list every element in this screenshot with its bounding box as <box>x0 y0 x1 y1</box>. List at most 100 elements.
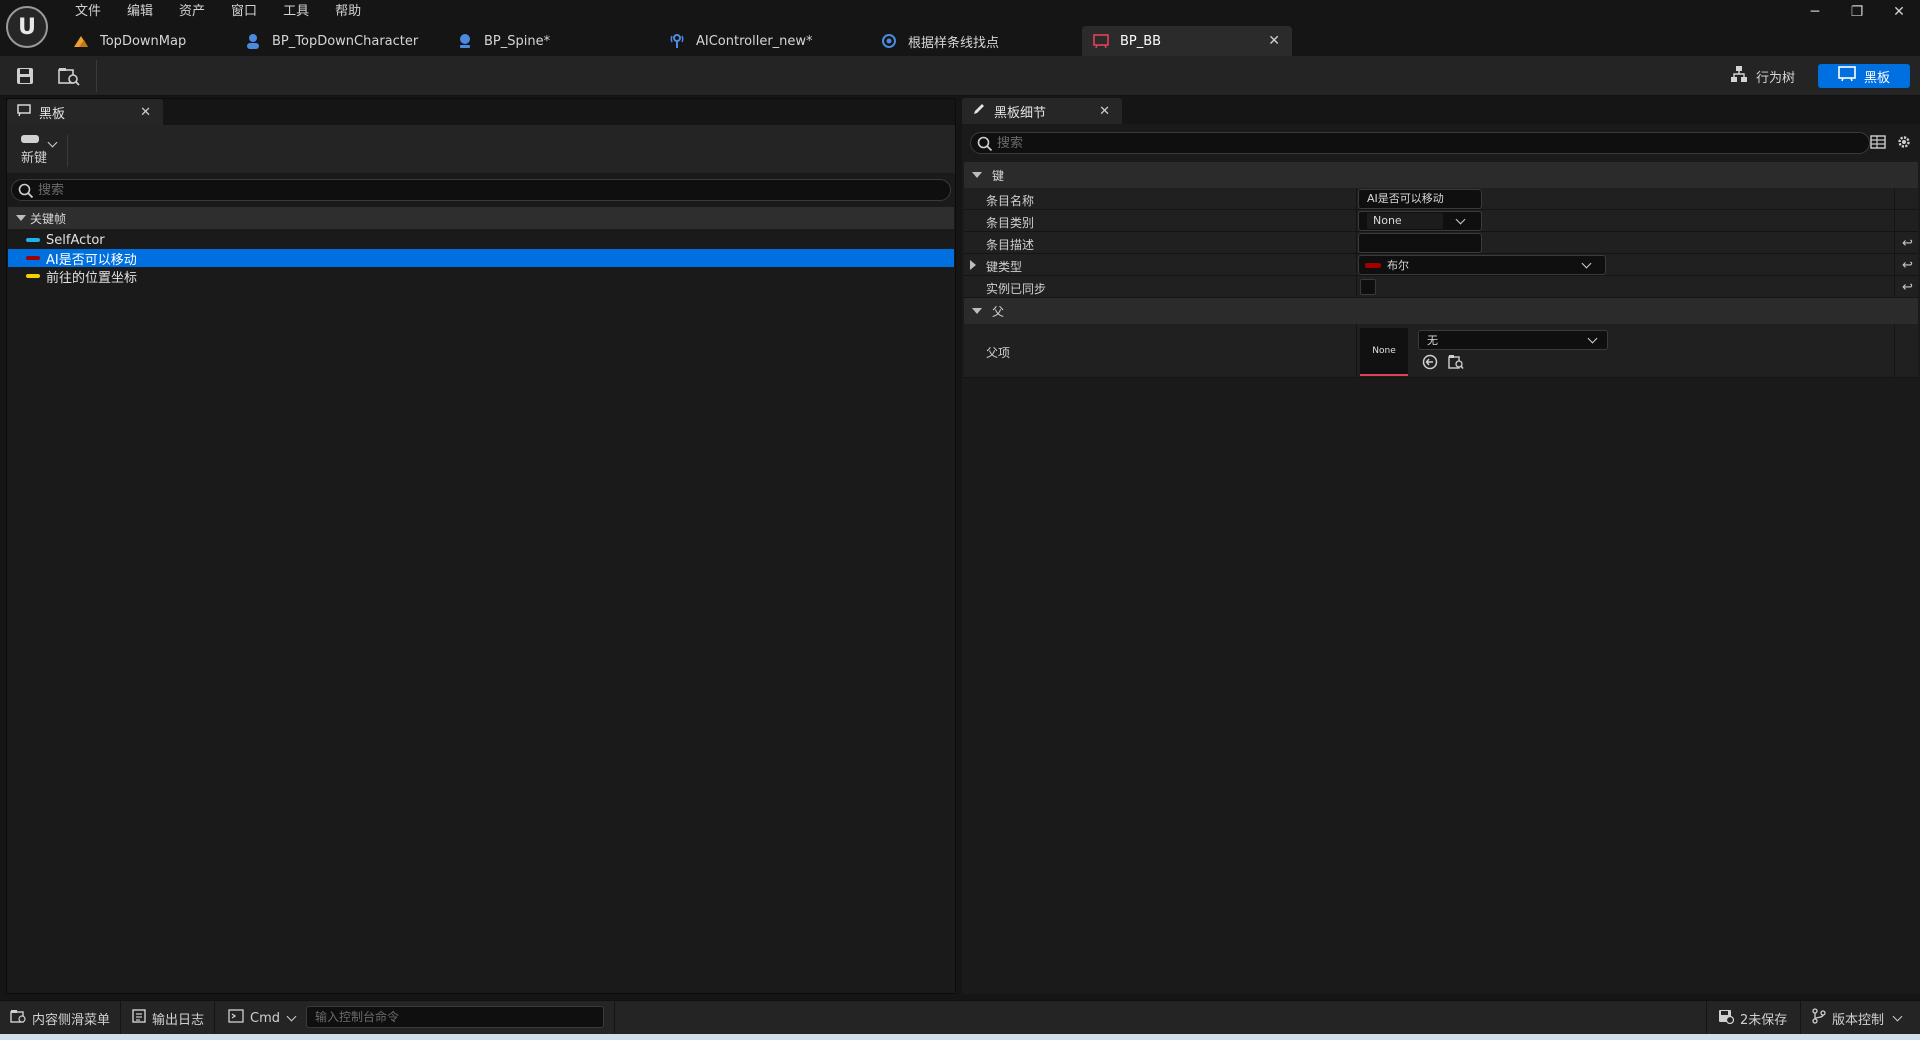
reset-to-default-icon[interactable]: ↩ <box>1902 280 1913 295</box>
new-key-button[interactable]: 新键 <box>13 133 61 169</box>
statusbar-separator <box>1800 1001 1801 1035</box>
behavior-tree-button[interactable]: 行为树 <box>1716 64 1809 88</box>
search-icon <box>977 136 993 155</box>
thumbnail-label: None <box>1372 346 1396 356</box>
content-drawer-button[interactable]: 内容侧滑菜单 <box>10 1007 110 1029</box>
chevron-down-icon <box>1455 214 1466 224</box>
tab-label: 黑板 <box>39 106 66 122</box>
chevron-down-icon <box>47 137 58 148</box>
key-label: 前往的位置坐标 <box>46 270 138 286</box>
prop-label: 父项 <box>986 346 1011 360</box>
parent-asset-thumbnail[interactable]: None <box>1360 328 1408 376</box>
details-search-input[interactable] <box>997 135 1869 151</box>
section-key-header[interactable]: 键 <box>964 162 1918 188</box>
column-divider <box>1894 324 1895 377</box>
details-view-options <box>1870 134 1912 153</box>
menu-asset[interactable]: 资产 <box>166 2 218 22</box>
parent-asset-combo[interactable]: 无 <box>1418 330 1608 350</box>
column-divider <box>1894 188 1895 209</box>
category-value: None <box>1367 213 1443 229</box>
use-selected-asset-icon[interactable] <box>1422 354 1438 373</box>
search-icon <box>18 183 34 202</box>
parent-value: 无 <box>1427 334 1438 347</box>
chevron-down-icon <box>1581 258 1592 268</box>
table-view-icon[interactable] <box>1870 134 1886 153</box>
column-divider <box>1894 232 1895 253</box>
unreal-logo-icon[interactable]: U <box>6 6 48 48</box>
details-search-box <box>970 132 1870 154</box>
blackboard-toolbar: 新键 <box>7 125 955 173</box>
tab-bp-bb[interactable]: BP_BB ✕ <box>1082 26 1292 56</box>
cmd-label: Cmd <box>250 1010 280 1026</box>
source-control-button[interactable]: 版本控制 <box>1812 1007 1903 1029</box>
collapse-arrow-icon <box>972 308 982 314</box>
reset-to-default-icon[interactable]: ↩ <box>1902 236 1913 251</box>
menu-help[interactable]: 帮助 <box>322 2 374 22</box>
column-divider <box>1356 324 1357 377</box>
statusbar-separator <box>614 1001 615 1035</box>
section-parent-header[interactable]: 父 <box>964 298 1918 324</box>
menu-bar: 文件 编辑 资产 窗口 工具 帮助 <box>62 2 374 22</box>
instance-synced-checkbox[interactable] <box>1360 279 1376 295</box>
prop-label: 条目类别 <box>986 216 1035 230</box>
menu-edit[interactable]: 编辑 <box>114 2 166 22</box>
column-divider <box>1356 276 1357 297</box>
main-toolbar: 行为树 黑板 <box>0 56 1920 96</box>
entry-description-field[interactable] <box>1358 233 1482 253</box>
tab-label: TopDownMap <box>100 33 187 49</box>
tab-close-icon[interactable]: ✕ <box>1268 33 1280 49</box>
restore-icon[interactable]: ❐ <box>1836 0 1878 24</box>
output-log-button[interactable]: 输出日志 <box>132 1007 204 1029</box>
status-bar: 内容侧滑菜单 输出日志 Cmd 2未保存 版本控制 <box>0 1000 1920 1035</box>
browse-content-icon[interactable] <box>54 62 84 90</box>
object-type-swatch <box>26 238 40 242</box>
level-icon <box>72 32 90 50</box>
close-icon[interactable]: ✕ <box>1878 0 1920 24</box>
entry-name-field[interactable]: AI是否可以移动 <box>1358 189 1482 209</box>
tab-aicontroller[interactable]: AIController_new* <box>658 26 870 56</box>
tab-bp-spine[interactable]: BP_Spine* <box>446 26 658 56</box>
tab-bp-topdowncharacter[interactable]: BP_TopDownCharacter <box>234 26 446 56</box>
menu-file[interactable]: 文件 <box>62 2 114 22</box>
save-icon[interactable] <box>10 62 40 90</box>
category-label: 关键帧 <box>30 211 67 226</box>
key-category-header[interactable]: 关键帧 <box>8 207 954 229</box>
behavior-tree-icon <box>1730 65 1748 87</box>
tab-topdownmap[interactable]: TopDownMap <box>62 26 234 56</box>
key-search-box <box>11 179 951 201</box>
menu-window[interactable]: 窗口 <box>218 2 270 22</box>
column-divider <box>1356 188 1357 209</box>
minimize-icon[interactable]: ─ <box>1794 0 1836 24</box>
unsaved-save-icon <box>1718 1008 1735 1028</box>
settings-gear-icon[interactable] <box>1896 134 1912 153</box>
character-icon <box>244 32 262 50</box>
unsaved-assets-button[interactable]: 2未保存 <box>1718 1007 1787 1029</box>
tab-spline-find-point[interactable]: 根据样条线找点 <box>870 26 1082 56</box>
key-row-target-location[interactable]: 前往的位置坐标 <box>8 267 954 286</box>
key-row-selfactor[interactable]: SelfActor <box>8 231 954 249</box>
key-search-input[interactable] <box>38 182 950 198</box>
cmd-selector[interactable]: Cmd <box>228 1007 297 1029</box>
toolbar-separator <box>96 60 97 92</box>
vector-type-swatch <box>26 274 40 278</box>
tab-blackboard[interactable]: 黑板 ✕ <box>7 99 163 125</box>
console-command-input[interactable] <box>306 1006 604 1028</box>
blackboard-mode-button[interactable]: 黑板 <box>1818 64 1910 88</box>
column-divider <box>1894 210 1895 231</box>
output-log-icon <box>132 1009 146 1027</box>
menu-tools[interactable]: 工具 <box>270 2 322 22</box>
expand-arrow-icon[interactable] <box>970 260 976 270</box>
key-row-ai-can-move[interactable]: AI是否可以移动 <box>8 249 954 268</box>
prop-row-entry-name: 条目名称 AI是否可以移动 <box>964 188 1918 210</box>
window-controls: ─ ❐ ✕ <box>1794 0 1920 24</box>
bool-type-swatch <box>26 256 40 260</box>
browse-asset-icon[interactable] <box>1448 354 1464 373</box>
tab-blackboard-details[interactable]: 黑板细节 ✕ <box>962 98 1122 124</box>
content-drawer-label: 内容侧滑菜单 <box>32 1012 111 1028</box>
title-bar: U 文件 编辑 资产 窗口 工具 帮助 TopDownMap BP_TopDow… <box>0 0 1920 56</box>
panel-close-icon[interactable]: ✕ <box>140 105 151 120</box>
key-type-combo[interactable]: 布尔 <box>1358 255 1606 275</box>
entry-category-combo[interactable]: None <box>1358 211 1482 231</box>
reset-to-default-icon[interactable]: ↩ <box>1902 258 1913 273</box>
panel-close-icon[interactable]: ✕ <box>1099 104 1110 119</box>
